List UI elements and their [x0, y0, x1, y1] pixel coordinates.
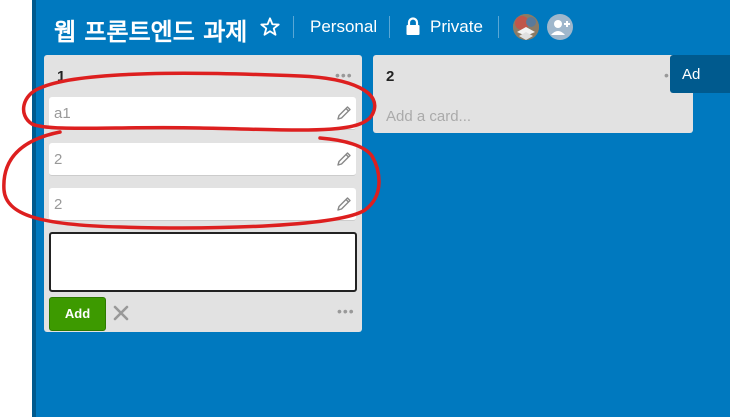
list-menu-button[interactable]: ••• [335, 67, 353, 83]
team-visibility-button[interactable]: Personal [310, 17, 377, 37]
add-member-button[interactable] [547, 14, 573, 40]
board-title[interactable]: 웹 프론트엔드 과제 [54, 12, 247, 47]
add-list-label: Ad [682, 66, 701, 83]
lock-icon [406, 17, 420, 35]
add-member-icon [551, 20, 570, 35]
header-separator [389, 16, 390, 38]
list-2: 2 ••• Add a card... [373, 55, 693, 133]
list-title[interactable]: 2 [386, 68, 394, 85]
pencil-icon[interactable] [336, 196, 352, 212]
composer-menu-button[interactable]: ••• [337, 303, 355, 319]
list-title[interactable]: 1 [57, 68, 65, 85]
add-card-link[interactable]: Add a card... [386, 108, 471, 125]
header-separator [498, 16, 499, 38]
close-icon[interactable] [113, 305, 129, 321]
list-card[interactable]: a1 [49, 97, 356, 130]
card-title: a1 [54, 105, 71, 122]
privacy-visibility-button[interactable]: Private [430, 17, 483, 37]
board-left-edge [32, 0, 36, 417]
board-canvas: 웹 프론트엔드 과제 Personal Private 1 ••• a1 2 2… [32, 0, 730, 417]
header-separator [293, 16, 294, 38]
list-card[interactable]: 2 [49, 143, 356, 176]
list-1: 1 ••• a1 2 2 Add ••• [44, 55, 362, 332]
card-title: 2 [54, 196, 63, 213]
star-icon[interactable] [259, 16, 281, 38]
avatar[interactable] [513, 14, 539, 40]
pencil-icon[interactable] [336, 151, 352, 167]
add-list-button[interactable]: Ad [670, 55, 730, 93]
list-card[interactable]: 2 [49, 188, 356, 221]
add-card-button[interactable]: Add [49, 297, 106, 331]
board-header: 웹 프론트엔드 과제 Personal Private [32, 0, 730, 56]
card-composer-input[interactable] [49, 232, 357, 292]
card-title: 2 [54, 151, 63, 168]
pencil-icon[interactable] [336, 105, 352, 121]
